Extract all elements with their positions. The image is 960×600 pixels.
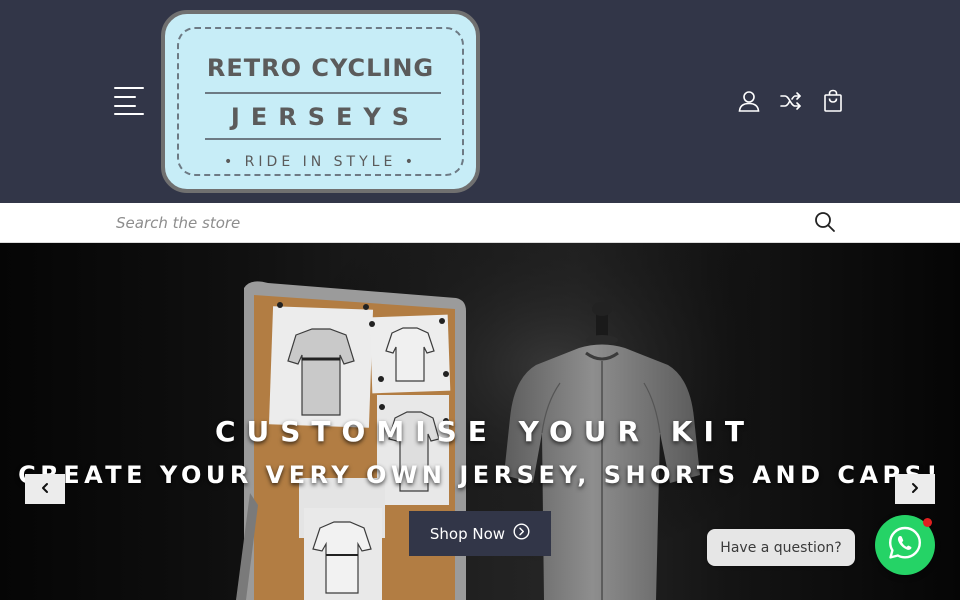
chevron-right-icon <box>909 482 921 497</box>
logo-text-line2: JERSEYS <box>230 103 421 131</box>
logo-divider-bottom <box>205 138 441 140</box>
notification-badge <box>923 518 932 527</box>
circle-chevron-right-icon <box>513 523 530 544</box>
search-input[interactable] <box>110 209 800 237</box>
whatsapp-icon <box>887 525 923 565</box>
shop-now-button[interactable]: Shop Now <box>409 511 551 556</box>
slider-prev-button[interactable] <box>25 474 65 504</box>
shop-now-label: Shop Now <box>429 524 506 543</box>
logo-divider-top <box>205 92 441 94</box>
shuffle-icon[interactable] <box>779 89 803 113</box>
slider-next-button[interactable] <box>895 474 935 504</box>
search-icon[interactable] <box>814 211 836 233</box>
hero-title: CUSTOMISE YOUR KIT <box>214 415 755 448</box>
logo-tagline: • RIDE IN STYLE • <box>223 154 418 170</box>
logo-text-line1: RETRO CYCLING <box>206 54 435 82</box>
chevron-left-icon <box>39 482 51 497</box>
user-icon[interactable] <box>737 89 761 113</box>
menu-icon[interactable] <box>114 86 146 116</box>
hero-subtitle: CREATE YOUR VERY OWN JERSEY, SHORTS AND … <box>18 461 942 489</box>
site-header: RETRO CYCLING JERSEYS • RIDE IN STYLE • <box>0 0 960 203</box>
site-logo[interactable]: RETRO CYCLING JERSEYS • RIDE IN STYLE • <box>161 10 480 193</box>
chat-prompt-bubble[interactable]: Have a question? <box>707 529 855 566</box>
shopping-bag-icon[interactable] <box>821 89 845 113</box>
